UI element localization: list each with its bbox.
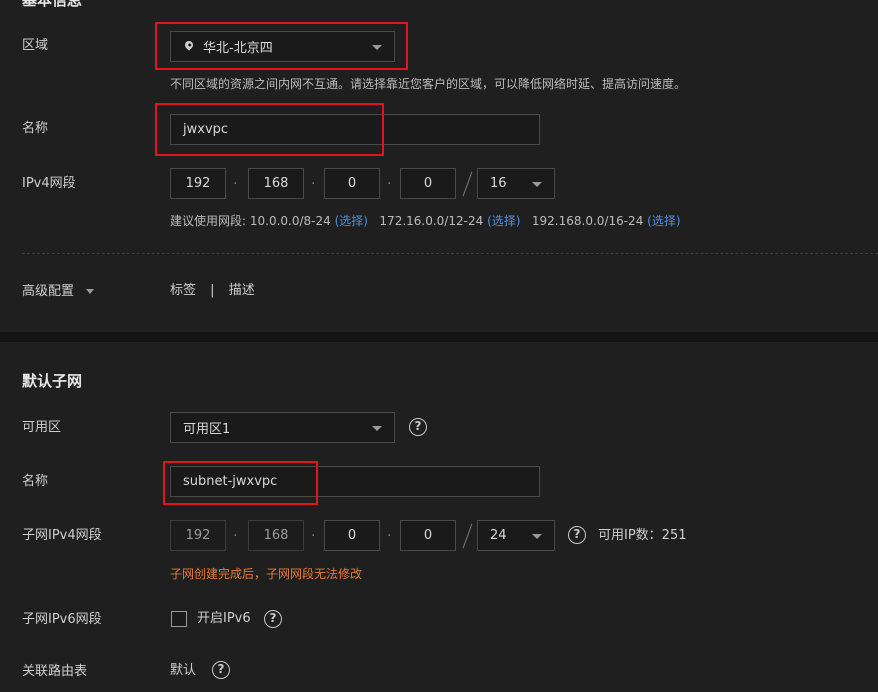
region-hint: 不同区域的资源之间内网不互通。请选择靠近您客户的区域，可以降低网络时延、提高访问… <box>170 77 687 91</box>
section-separator <box>0 332 878 342</box>
route-table-label: 关联路由表 <box>22 664 88 679</box>
az-label: 可用区 <box>22 420 62 435</box>
available-ip-count: 可用IP数：251 <box>598 528 687 543</box>
vpc-name-label: 名称 <box>22 121 49 136</box>
ipv4-octet-2[interactable]: 168 <box>248 168 304 199</box>
ipv4-octet-1[interactable]: 192 <box>170 168 226 199</box>
advanced-desc: 描述 <box>228 283 255 298</box>
ip-dot: · <box>233 176 238 192</box>
subnet-octet-3-value: 0 <box>347 528 357 543</box>
advanced-label: 高级配置 <box>22 284 75 299</box>
suggest-prefix: 建议使用网段: 10.0.0.0/8-24 <box>170 214 331 228</box>
advanced-toggle[interactable]: 高级配置 <box>22 284 95 300</box>
subnet-octet-1: 192 <box>170 520 226 551</box>
ip-dot: · <box>311 528 316 544</box>
subnet-octet-4[interactable]: 0 <box>400 520 456 551</box>
mask-slash <box>462 523 473 549</box>
advanced-sep: | <box>210 283 215 298</box>
subnet-octet-3[interactable]: 0 <box>324 520 380 551</box>
advanced-summary: 标签 | 描述 <box>170 283 255 299</box>
caret-down-icon <box>372 44 382 50</box>
help-icon[interactable]: ? <box>568 526 586 544</box>
mask-slash <box>462 171 473 197</box>
ipv4-octet-4-value: 0 <box>423 176 433 191</box>
subnet-octet-1-value: 192 <box>185 528 211 543</box>
enable-ipv6-label[interactable]: 开启IPv6 <box>197 611 251 627</box>
ipv4-octet-3-value: 0 <box>347 176 357 191</box>
ip-dot: · <box>311 176 316 192</box>
enable-ipv6-checkbox[interactable] <box>171 611 187 627</box>
caret-down-icon <box>532 533 542 539</box>
subnet-mask-select[interactable]: 24 <box>477 520 555 551</box>
subnet-ipv6-label: 子网IPv6网段 <box>22 612 102 627</box>
subnet-octet-2-value: 168 <box>263 528 289 543</box>
ipv4-octet-1-value: 192 <box>185 176 211 191</box>
subnet-octet-4-value: 0 <box>423 528 433 543</box>
subnet-name-label: 名称 <box>22 474 49 489</box>
caret-down-icon <box>532 181 542 187</box>
choose-link-2[interactable]: (选择) <box>487 214 520 228</box>
subnet-octet-2: 168 <box>248 520 304 551</box>
choose-link-3[interactable]: (选择) <box>647 214 680 228</box>
region-select[interactable]: 华北-北京四 <box>170 31 395 62</box>
az-select[interactable]: 可用区1 <box>170 412 395 443</box>
section-title-subnet: 默认子网 <box>22 372 83 390</box>
subnet-name-input[interactable]: subnet-jwxvpc <box>170 466 540 497</box>
ip-dot: · <box>387 176 392 192</box>
vpc-name-value: jwxvpc <box>183 122 229 137</box>
subnet-mask-value: 24 <box>490 528 507 543</box>
help-icon[interactable]: ? <box>212 661 230 679</box>
region-value: 华北-北京四 <box>203 41 273 56</box>
dashed-divider <box>22 253 878 254</box>
route-table-value: 默认 <box>170 663 197 678</box>
ipv4-mask-select[interactable]: 16 <box>477 168 555 199</box>
ipv4-suggestions: 建议使用网段: 10.0.0.0/8-24 (选择) 172.16.0.0/12… <box>170 212 681 229</box>
ipv4-octet-3[interactable]: 0 <box>324 168 380 199</box>
caret-down-icon <box>372 425 382 431</box>
region-label: 区域 <box>22 38 49 53</box>
ipv4-octet-2-value: 168 <box>263 176 289 191</box>
advanced-tag: 标签 <box>170 283 197 298</box>
subnet-warning: 子网创建完成后，子网网段无法修改 <box>170 567 363 581</box>
ipv4-mask-value: 16 <box>490 176 507 191</box>
help-icon[interactable]: ? <box>264 610 282 628</box>
location-pin-icon <box>183 39 195 51</box>
caret-down-icon <box>86 289 95 294</box>
subnet-name-value: subnet-jwxvpc <box>183 474 278 489</box>
suggest-3: 192.168.0.0/16-24 <box>531 214 644 228</box>
section-title-basic: 基本信息 <box>22 0 83 9</box>
ip-dot: · <box>387 528 392 544</box>
az-value: 可用区1 <box>183 422 231 437</box>
vpc-name-input[interactable]: jwxvpc <box>170 114 540 145</box>
help-icon[interactable]: ? <box>409 418 427 436</box>
ip-dot: · <box>233 528 238 544</box>
suggest-2: 172.16.0.0/12-24 <box>379 214 484 228</box>
ipv4-label: IPv4网段 <box>22 176 76 191</box>
choose-link-1[interactable]: (选择) <box>335 214 368 228</box>
ipv4-octet-4[interactable]: 0 <box>400 168 456 199</box>
subnet-ipv4-label: 子网IPv4网段 <box>22 528 102 543</box>
